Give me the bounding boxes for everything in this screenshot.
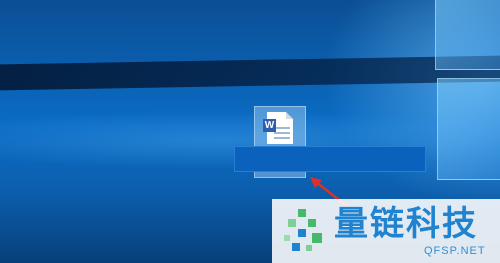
word-badge-icon: W — [263, 119, 276, 132]
windows-logo-pane-top — [435, 0, 500, 70]
rename-filename-input[interactable] — [234, 146, 426, 172]
watermark-title: 量链科技 — [334, 204, 478, 244]
watermark-logo-icon — [284, 209, 322, 251]
windows-logo-wallpaper — [435, 0, 500, 200]
windows-desktop[interactable]: W 量链科技 QFSP.NET — [0, 0, 500, 263]
watermark-subtitle: QFSP.NET — [424, 245, 486, 257]
watermark: 量链科技 QFSP.NET — [272, 199, 500, 263]
windows-logo-pane-bottom — [437, 78, 500, 180]
document-lines-icon — [274, 127, 290, 142]
document-fold-icon — [286, 112, 293, 119]
